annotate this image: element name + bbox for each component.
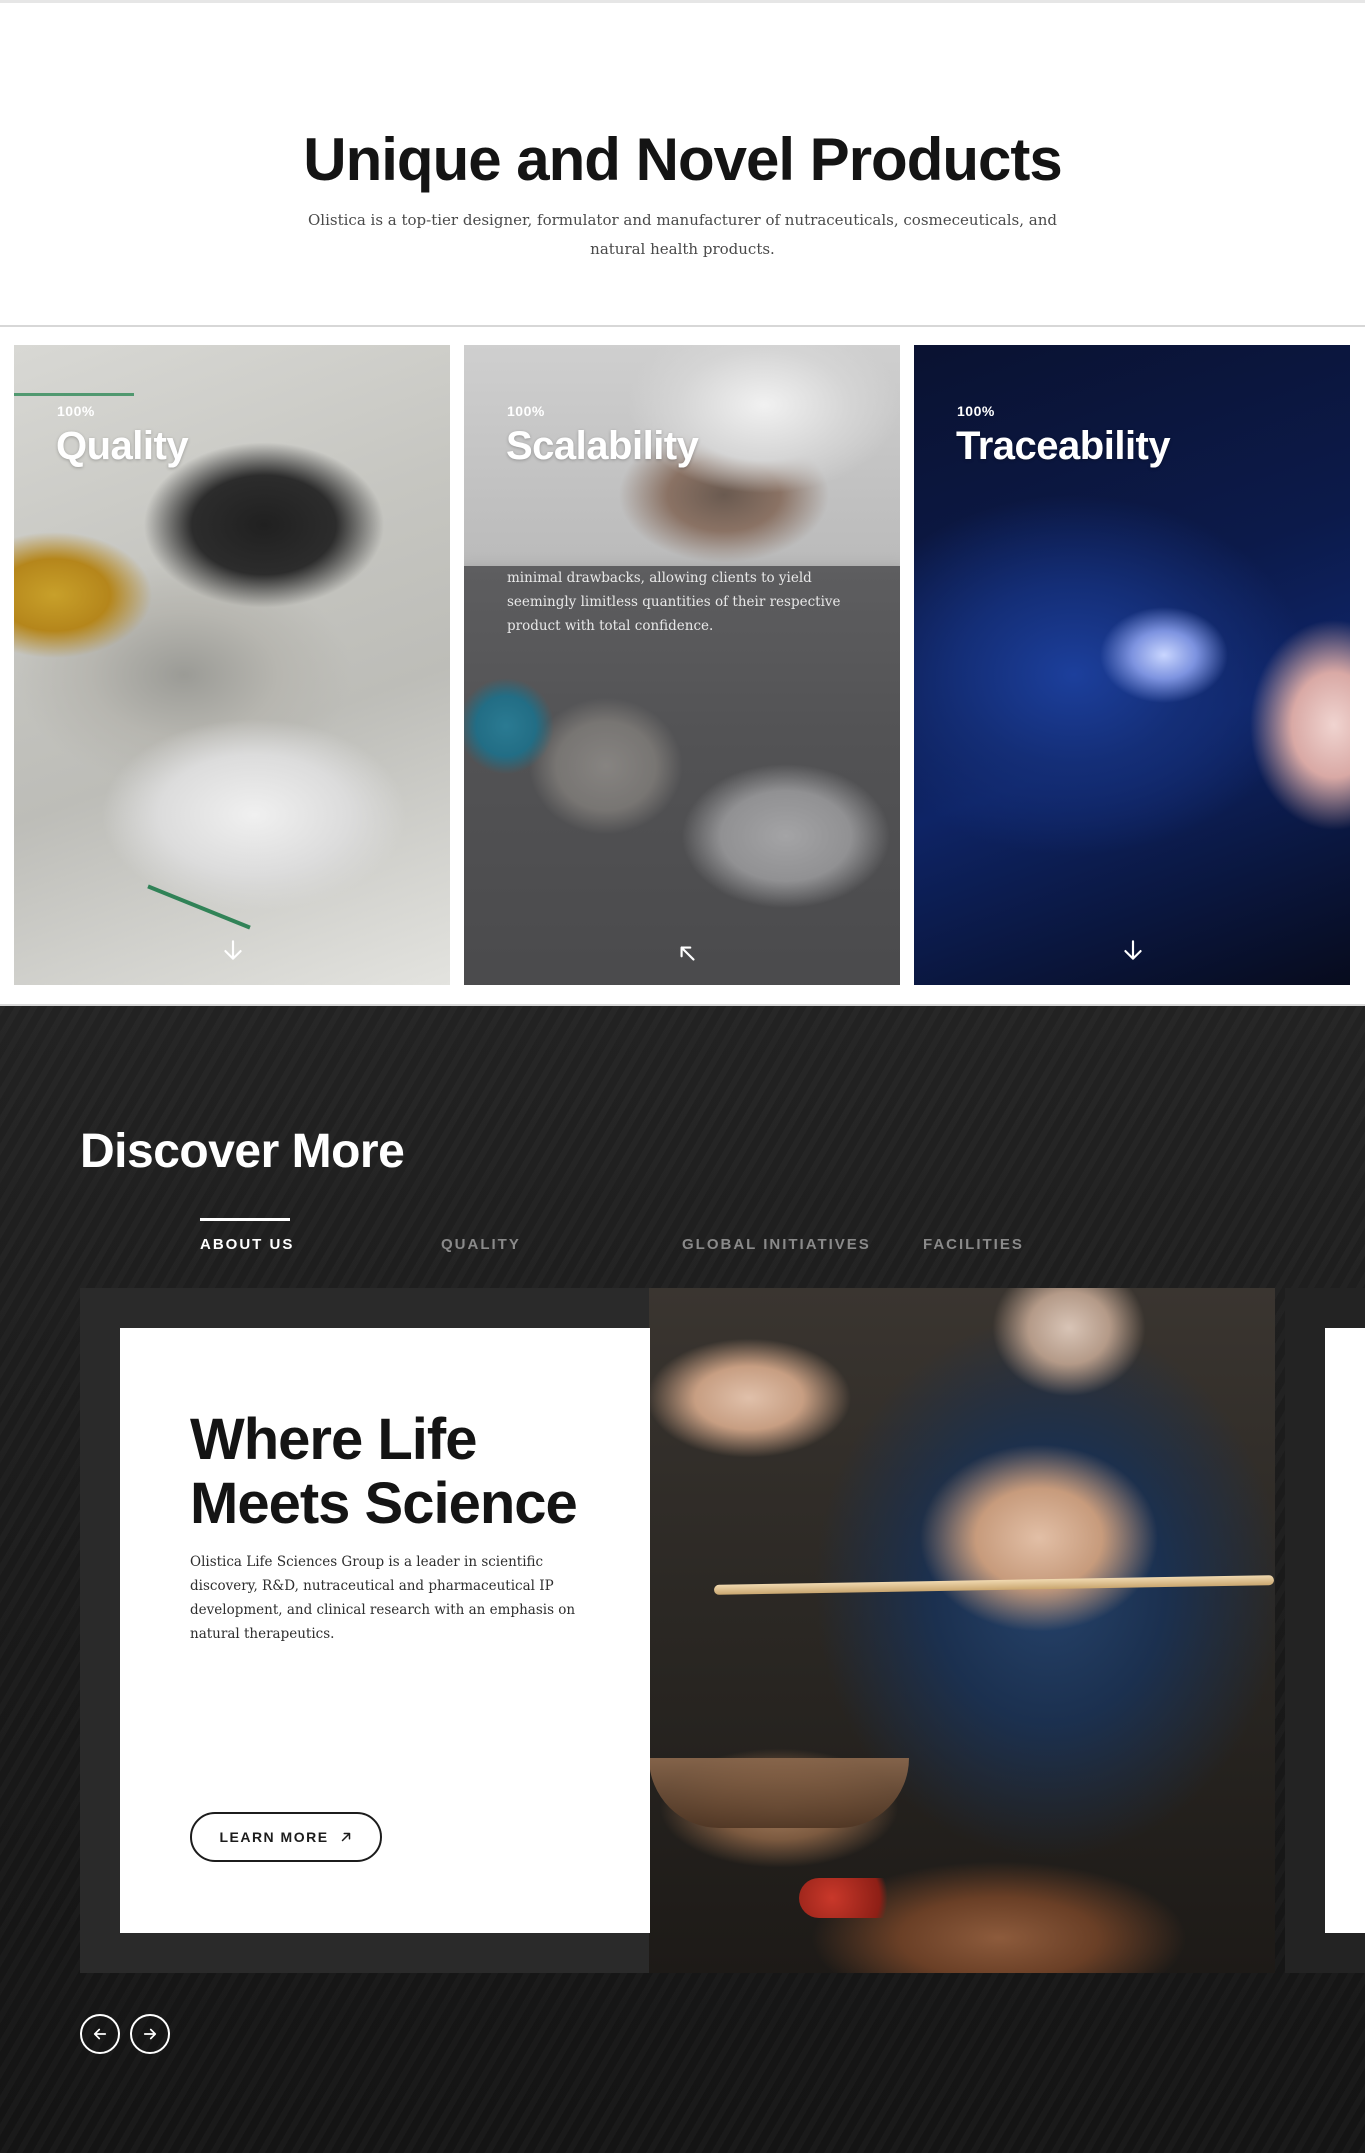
next-slide-card <box>1325 1328 1365 1933</box>
learn-more-button[interactable]: LEARN MORE <box>190 1812 382 1862</box>
arrow-down-icon[interactable] <box>1120 937 1146 963</box>
learn-more-label: LEARN MORE <box>219 1829 329 1845</box>
tab-global-initiatives[interactable]: GLOBAL INITIATIVES <box>682 1236 871 1253</box>
card-detail-panel: minimal drawbacks, allowing clients to y… <box>464 566 900 985</box>
discover-title: Discover More <box>80 1125 405 1178</box>
scale-pan <box>649 1758 909 1828</box>
decorative-line <box>147 884 251 930</box>
discover-divider <box>0 1004 1365 1006</box>
arrow-left-icon <box>93 2028 107 2040</box>
card-badge: 100% <box>507 403 545 419</box>
scale-beam <box>713 1575 1275 1595</box>
active-tab-indicator <box>200 1218 290 1221</box>
card-badge: 100% <box>957 403 995 419</box>
card-title: Quality <box>56 424 189 468</box>
card-title: Traceability <box>956 424 1171 468</box>
arrow-right-icon <box>143 2028 157 2040</box>
card-badge: 100% <box>57 403 95 419</box>
arrow-up-right-icon <box>341 1832 350 1842</box>
next-slide-button[interactable] <box>130 2014 170 2054</box>
arrow-down-icon[interactable] <box>220 937 246 963</box>
card-title: Scalability <box>506 424 699 468</box>
tab-about-us[interactable]: ABOUT US <box>200 1236 294 1253</box>
intro-section: Unique and Novel Products Olistica is a … <box>0 3 1365 325</box>
slide-content-card: Where Life Meets Science Olistica Life S… <box>120 1328 650 1933</box>
decorative-line <box>14 393 134 396</box>
slide-description: Olistica Life Sciences Group is a leader… <box>190 1554 576 1642</box>
feature-card-traceability[interactable]: 100% Traceability <box>914 345 1350 985</box>
arrow-up-left-icon[interactable] <box>674 940 700 966</box>
feature-card-quality[interactable]: 100% Quality <box>14 345 450 985</box>
previous-slide-button[interactable] <box>80 2014 120 2054</box>
section-subtitle: Olistica is a top-tier designer, formula… <box>308 211 1057 258</box>
discover-tabs: ABOUT US QUALITY GLOBAL INITIATIVES FACI… <box>0 1236 1365 1276</box>
slide-about-us: Where Life Meets Science Olistica Life S… <box>80 1288 1275 1973</box>
slide-title: Where Life Meets Science <box>190 1407 578 1536</box>
discover-section: Discover More ABOUT US QUALITY GLOBAL IN… <box>0 1004 1365 2153</box>
next-slide-peek[interactable] <box>1285 1288 1365 1973</box>
feature-cards: 100% Quality 100% Scalability minimal dr… <box>0 327 1365 1004</box>
berries <box>799 1878 909 1918</box>
card-description: minimal drawbacks, allowing clients to y… <box>507 570 841 634</box>
feature-card-scalability[interactable]: 100% Scalability minimal drawbacks, allo… <box>464 345 900 985</box>
tab-facilities[interactable]: FACILITIES <box>923 1236 1024 1253</box>
tab-quality[interactable]: QUALITY <box>441 1236 521 1253</box>
slide-image <box>649 1288 1275 1973</box>
section-title: Unique and Novel Products <box>303 126 1062 193</box>
